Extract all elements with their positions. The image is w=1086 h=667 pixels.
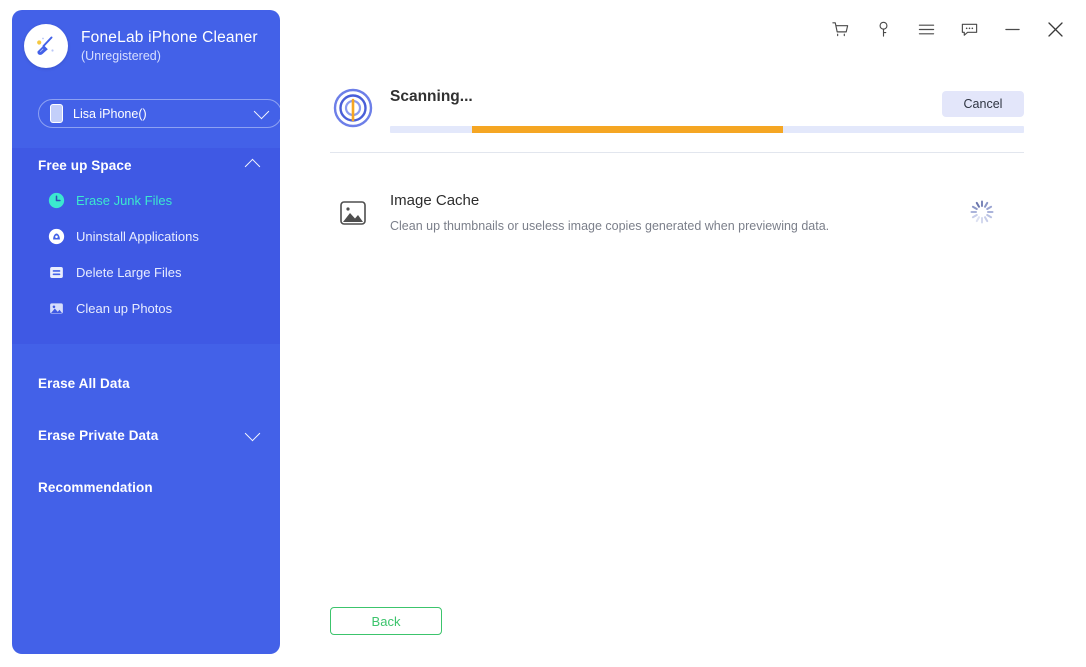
nav-group-erase-private-data: Erase Private Data <box>12 418 280 452</box>
nav-group-title: Recommendation <box>38 479 153 495</box>
scan-progress-bar <box>390 126 1024 133</box>
sidebar: FoneLab iPhone Cleaner (Unregistered) Li… <box>12 10 280 654</box>
result-title: Image Cache <box>390 192 480 209</box>
device-selector[interactable]: Lisa iPhone() <box>38 99 280 128</box>
sidebar-item-label: Erase Junk Files <box>76 192 173 208</box>
chevron-down-icon <box>244 425 261 441</box>
nav-group-header-erase-all-data[interactable]: Erase All Data <box>12 366 280 400</box>
minimize-icon[interactable] <box>1001 18 1023 40</box>
sidebar-nav: Free up Space Erase Junk Files Uninstall… <box>12 148 280 504</box>
app-logo <box>24 24 68 68</box>
sidebar-item-uninstall-applications[interactable]: Uninstall Applications <box>12 218 280 254</box>
titlebar-controls <box>829 18 1066 40</box>
nav-group-title: Free up Space <box>38 157 132 173</box>
scan-progress-fill <box>472 126 784 133</box>
file-lines-icon <box>50 266 63 278</box>
app-window: FoneLab iPhone Cleaner (Unregistered) Li… <box>0 0 1086 667</box>
menu-icon[interactable] <box>915 18 937 40</box>
sidebar-item-delete-large-files[interactable]: Delete Large Files <box>12 254 280 290</box>
loading-spinner-icon <box>968 198 996 226</box>
result-row-image-cache[interactable]: Image Cache Clean up thumbnails or usele… <box>330 188 1024 244</box>
device-selector-label: Lisa iPhone() <box>73 106 147 121</box>
broom-icon <box>37 36 54 55</box>
scan-status-text: Scanning... <box>390 88 473 105</box>
feedback-icon[interactable] <box>958 18 980 40</box>
sidebar-item-erase-junk-files[interactable]: Erase Junk Files <box>12 182 280 218</box>
nav-group-header-free-up-space[interactable]: Free up Space <box>12 148 280 182</box>
brand: FoneLab iPhone Cleaner (Unregistered) <box>24 24 258 68</box>
nav-group-title: Erase Private Data <box>38 427 159 443</box>
app-uninstall-icon <box>48 228 65 244</box>
radar-scan-icon <box>330 86 376 132</box>
back-button[interactable]: Back <box>330 607 442 635</box>
chevron-down-icon <box>253 103 270 120</box>
image-icon <box>338 198 368 228</box>
sidebar-item-clean-up-photos[interactable]: Clean up Photos <box>12 290 280 326</box>
clock-icon <box>48 192 65 208</box>
nav-group-free-up-space: Free up Space Erase Junk Files Uninstall… <box>12 148 280 344</box>
cancel-button[interactable]: Cancel <box>942 91 1024 117</box>
sidebar-item-label: Delete Large Files <box>76 264 182 280</box>
sidebar-item-label: Clean up Photos <box>76 300 173 316</box>
result-description: Clean up thumbnails or useless image cop… <box>390 219 830 233</box>
chevron-up-icon <box>244 158 261 175</box>
phone-icon <box>50 104 63 123</box>
cart-icon[interactable] <box>829 18 851 40</box>
nav-group-recommendation: Recommendation <box>12 470 280 504</box>
close-icon[interactable] <box>1044 18 1066 40</box>
photo-icon <box>50 302 63 314</box>
key-icon[interactable] <box>872 18 894 40</box>
registration-status: (Unregistered) <box>81 48 161 63</box>
sidebar-item-label: Uninstall Applications <box>76 228 199 244</box>
nav-group-header-recommendation[interactable]: Recommendation <box>12 470 280 504</box>
main-content: Scanning... Cancel Image Cache Clean up … <box>280 0 1086 667</box>
app-title: FoneLab iPhone Cleaner <box>81 28 258 46</box>
nav-group-header-erase-private-data[interactable]: Erase Private Data <box>12 418 280 452</box>
nav-group-title: Erase All Data <box>38 375 130 391</box>
section-divider <box>330 152 1024 153</box>
nav-group-erase-all-data: Erase All Data <box>12 366 280 400</box>
